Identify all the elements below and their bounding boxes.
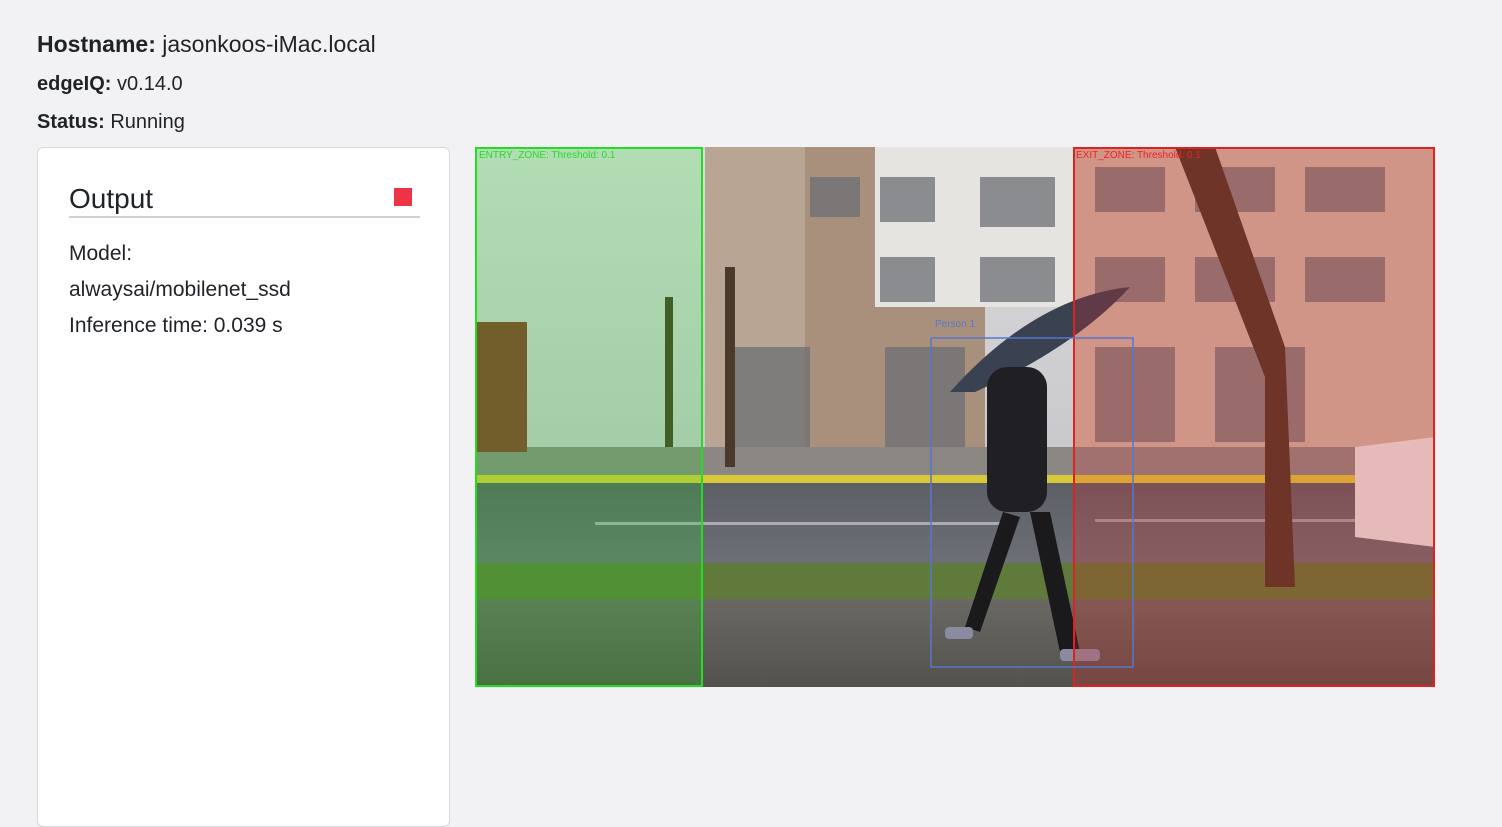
output-title: Output bbox=[69, 183, 154, 214]
edgeiq-value: v0.14.0 bbox=[117, 73, 183, 95]
stop-button[interactable] bbox=[394, 188, 412, 206]
output-card-header: Output bbox=[69, 178, 420, 218]
model-value: alwaysai/mobilenet_ssd bbox=[69, 278, 291, 301]
hostname-value: jasonkoos-iMac.local bbox=[162, 31, 376, 57]
exit-zone-label: EXIT_ZONE: Threshold: 0.1 bbox=[1076, 150, 1201, 161]
edgeiq-version-line: edgeIQ: v0.14.0 bbox=[37, 71, 183, 97]
status-label: Status: bbox=[37, 111, 105, 133]
inference-time: Inference time: 0.039 s bbox=[69, 308, 291, 344]
edgeiq-label: edgeIQ: bbox=[37, 73, 112, 95]
output-card-body: Model: alwaysai/mobilenet_ssd Inference … bbox=[69, 236, 291, 344]
video-frame-image: ENTRY_ZONE: Threshold: 0.1 EXIT_ZONE: Th… bbox=[475, 147, 1435, 687]
exit-zone bbox=[1073, 147, 1435, 687]
inference-label: Inference time: bbox=[69, 314, 208, 337]
entry-zone-label: ENTRY_ZONE: Threshold: 0.1 bbox=[479, 150, 616, 161]
inference-value: 0.039 s bbox=[213, 314, 283, 337]
output-card: Output Model: alwaysai/mobilenet_ssd Inf… bbox=[37, 147, 450, 827]
hostname-label: Hostname: bbox=[37, 31, 156, 57]
model-label: Model: bbox=[69, 242, 133, 265]
status-line: Status: Running bbox=[37, 109, 185, 135]
entry-zone bbox=[475, 147, 703, 687]
video-stream-frame: ENTRY_ZONE: Threshold: 0.1 EXIT_ZONE: Th… bbox=[475, 147, 1435, 687]
status-value: Running bbox=[110, 111, 185, 133]
person-label: Person 1 bbox=[935, 319, 975, 330]
hostname-line: Hostname: jasonkoos-iMac.local bbox=[37, 31, 376, 57]
